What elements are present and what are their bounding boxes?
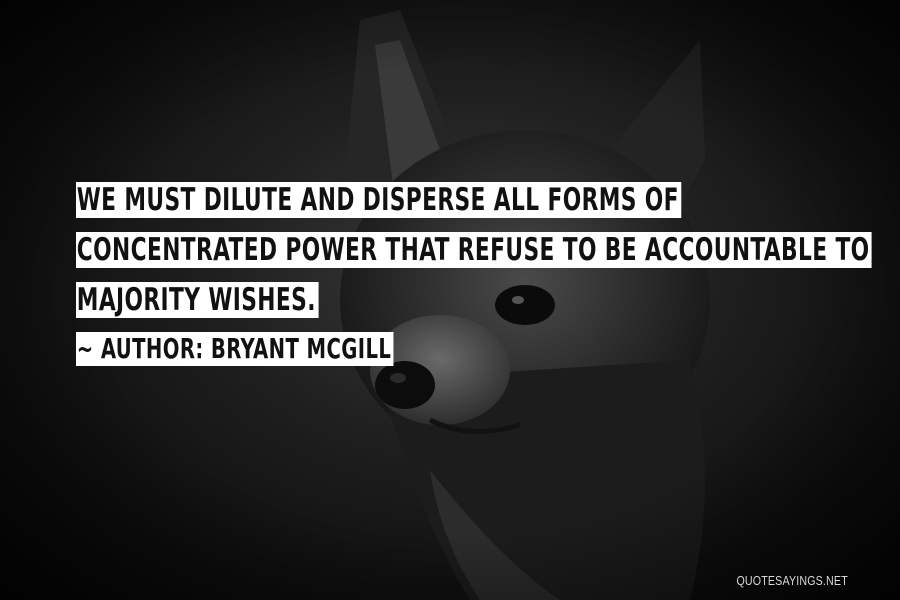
quote-line: WE MUST DILUTE AND DISPERSE ALL FORMS OF	[76, 182, 856, 224]
author-line: ~ AUTHOR: BRYANT MCGILL	[76, 332, 856, 371]
quote-line-2: CONCENTRATED POWER THAT REFUSE TO BE ACC…	[76, 232, 872, 268]
quote-line: CONCENTRATED POWER THAT REFUSE TO BE ACC…	[76, 232, 872, 274]
quote-text-block: WE MUST DILUTE AND DISPERSE ALL FORMS OF…	[76, 182, 872, 371]
quote-line: MAJORITY WISHES.	[76, 282, 856, 324]
quote-poster: WE MUST DILUTE AND DISPERSE ALL FORMS OF…	[0, 0, 900, 600]
quote-line-1: WE MUST DILUTE AND DISPERSE ALL FORMS OF	[76, 182, 682, 218]
quote-line-3: MAJORITY WISHES.	[76, 282, 319, 318]
site-watermark: QUOTESAYINGS.NET	[736, 573, 848, 588]
quote-author: ~ AUTHOR: BRYANT MCGILL	[76, 332, 394, 366]
